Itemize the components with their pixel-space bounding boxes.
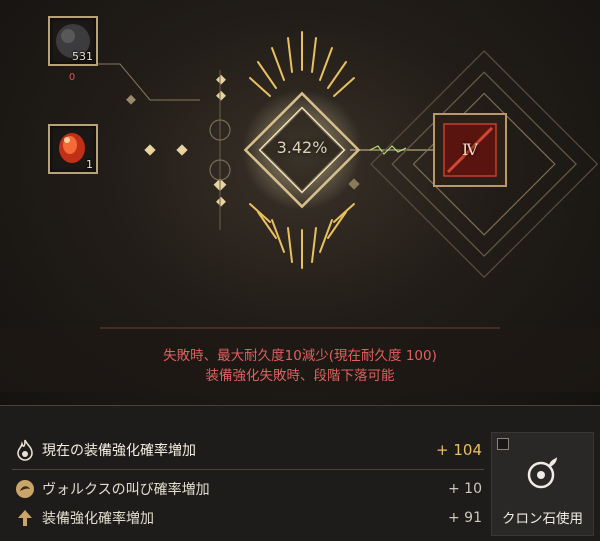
target-level: Ⅳ: [462, 140, 478, 159]
cron-stone-button[interactable]: クロン石使用: [491, 432, 594, 536]
stack-bonus-label: 装備強化確率増加: [42, 511, 154, 527]
volks-bonus-row: ヴォルクスの叫び確率増加 + 10: [12, 476, 482, 502]
enhancement-stage: 531 0 1 3.42% Ⅳ 失敗時、最大耐久度10減少(現在耐久度 100)…: [0, 0, 600, 410]
crystal-slot[interactable]: 1: [48, 124, 98, 174]
warning-downgrade: 装備強化失敗時、段階下落可能: [205, 368, 395, 384]
divider: [12, 469, 484, 470]
stack-bonus-value: + 91: [448, 510, 482, 526]
volks-icon: [12, 477, 38, 501]
black-stone-count: 531: [72, 50, 93, 63]
success-rate: 3.42%: [276, 138, 328, 157]
total-bonus-row: 現在の装備強化確率増加 + 104: [12, 437, 482, 463]
total-bonus-label: 現在の装備強化確率増加: [42, 443, 196, 459]
cron-label: クロン石使用: [502, 511, 583, 527]
volks-bonus-value: + 10: [448, 481, 482, 497]
cron-stone-icon: [527, 457, 557, 489]
flame-icon: [12, 438, 38, 462]
stack-bonus-row: 装備強化確率増加 + 91: [12, 505, 482, 531]
warning-durability: 失敗時、最大耐久度10減少(現在耐久度 100): [163, 348, 437, 364]
black-stone-slot[interactable]: 531: [48, 16, 98, 66]
crystal-count: 1: [86, 158, 93, 171]
volks-bonus-label: ヴォルクスの叫び確率増加: [42, 482, 210, 498]
arrow-up-icon: [12, 506, 38, 530]
black-stone-required: 0: [68, 72, 76, 83]
cron-checkbox[interactable]: [497, 438, 509, 450]
total-bonus-value: + 104: [436, 441, 482, 459]
